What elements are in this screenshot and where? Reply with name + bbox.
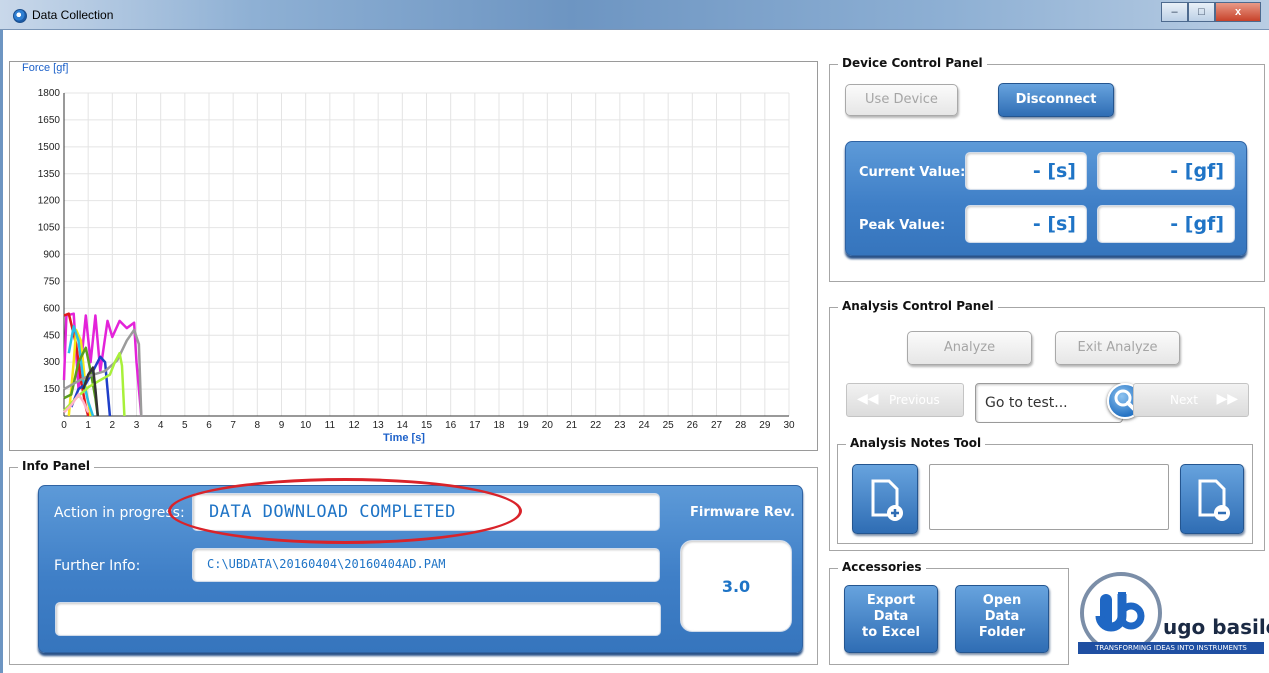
current-time-field: - [s]	[965, 152, 1087, 190]
x-tick-label: 15	[421, 420, 433, 431]
notes-field[interactable]	[929, 464, 1169, 530]
x-tick-label: 28	[735, 420, 747, 431]
window-border	[0, 30, 3, 673]
further-info-field: C:\UBDATA\20160404\20160404AD.PAM	[192, 548, 660, 582]
y-tick-label: 1500	[38, 142, 61, 153]
remove-note-button[interactable]	[1180, 464, 1244, 534]
x-tick-label: 1	[85, 420, 91, 431]
x-tick-label: 4	[158, 420, 164, 431]
analysis-panel-title: Analysis Control Panel	[838, 299, 998, 313]
x-tick-label: 19	[518, 420, 530, 431]
ub-logo-icon	[1095, 592, 1145, 632]
x-tick-label: 9	[279, 420, 285, 431]
further-info-label: Further Info:	[54, 558, 141, 574]
double-left-arrow-icon: ◀◀	[857, 391, 879, 407]
x-tick-label: 27	[711, 420, 723, 431]
previous-button[interactable]: ◀◀ Previous	[846, 383, 964, 417]
highlight-ellipse	[168, 478, 522, 544]
double-right-arrow-icon: ▶▶	[1216, 391, 1238, 407]
logo-wordmark: ugo basile	[1163, 615, 1269, 639]
x-tick-label: 30	[783, 420, 795, 431]
logo-tagline: TRANSFORMING IDEAS INTO INSTRUMENTS	[1078, 642, 1264, 654]
x-tick-label: 25	[663, 420, 675, 431]
x-tick-label: 11	[325, 420, 336, 431]
peak-force-field: - [gf]	[1097, 205, 1235, 243]
x-tick-label: 24	[638, 420, 650, 431]
title-bar: Data Collection – □ x	[0, 0, 1269, 30]
goto-test-field[interactable]: Go to test...	[975, 383, 1123, 423]
current-time-value: - [s]	[1032, 160, 1076, 182]
x-tick-label: 2	[110, 420, 116, 431]
peak-force-value: - [gf]	[1170, 213, 1224, 235]
x-tick-label: 0	[61, 420, 67, 431]
disconnect-button[interactable]: Disconnect	[998, 83, 1114, 117]
current-force-field: - [gf]	[1097, 152, 1235, 190]
export-excel-button[interactable]: Export Data to Excel	[844, 585, 938, 653]
x-axis-title: Time [s]	[383, 432, 425, 444]
x-tick-label: 16	[445, 420, 457, 431]
firmware-label: Firmware Rev.	[690, 505, 796, 520]
further-info-value: C:\UBDATA\20160404\20160404AD.PAM	[207, 557, 446, 571]
open-data-folder-button[interactable]: Open Data Folder	[955, 585, 1049, 653]
peak-value-label: Peak Value:	[859, 218, 946, 233]
firmware-value: 3.0	[721, 577, 751, 596]
current-value-label: Current Value:	[859, 165, 966, 180]
y-tick-label: 750	[43, 276, 60, 287]
firmware-field: 3.0	[680, 540, 792, 632]
x-tick-label: 18	[493, 420, 505, 431]
x-tick-label: 29	[759, 420, 771, 431]
exit-analyze-button[interactable]: Exit Analyze	[1055, 331, 1180, 365]
x-tick-label: 17	[469, 420, 481, 431]
x-tick-label: 13	[373, 420, 385, 431]
x-tick-label: 6	[206, 420, 212, 431]
minimize-button[interactable]: –	[1161, 2, 1188, 22]
y-axis-title: Force [gf]	[22, 62, 69, 74]
app-icon	[13, 9, 27, 23]
x-tick-label: 3	[134, 420, 140, 431]
add-document-icon	[871, 479, 903, 521]
peak-time-value: - [s]	[1032, 213, 1076, 235]
y-tick-label: 1050	[38, 223, 61, 234]
y-tick-label: 600	[43, 303, 60, 314]
x-tick-label: 14	[397, 420, 409, 431]
x-tick-label: 5	[182, 420, 188, 431]
x-tick-label: 8	[255, 420, 261, 431]
remove-document-icon	[1198, 479, 1230, 521]
previous-label: Previous	[889, 393, 940, 407]
analyze-button[interactable]: Analyze	[907, 331, 1032, 365]
action-label: Action in progress:	[54, 505, 185, 521]
x-tick-label: 10	[300, 420, 312, 431]
notes-tool-title: Analysis Notes Tool	[846, 436, 986, 450]
y-tick-label: 1200	[38, 196, 61, 207]
maximize-button[interactable]: □	[1188, 2, 1215, 22]
window-title: Data Collection	[32, 8, 114, 22]
x-tick-label: 7	[230, 420, 236, 431]
y-tick-label: 1650	[38, 115, 61, 126]
info-panel-title: Info Panel	[18, 459, 95, 473]
y-tick-label: 300	[43, 357, 60, 368]
x-tick-label: 26	[687, 420, 699, 431]
close-button[interactable]: x	[1215, 2, 1261, 22]
add-note-button[interactable]	[852, 464, 918, 534]
y-tick-label: 1350	[38, 169, 61, 180]
y-tick-label: 900	[43, 250, 60, 261]
status-field	[55, 602, 661, 636]
accessories-title: Accessories	[838, 560, 926, 574]
next-label: Next	[1170, 393, 1198, 407]
x-tick-label: 21	[566, 420, 578, 431]
x-tick-label: 20	[542, 420, 554, 431]
peak-time-field: - [s]	[965, 205, 1087, 243]
next-button[interactable]: Next ▶▶	[1133, 383, 1249, 417]
x-tick-label: 23	[614, 420, 626, 431]
y-tick-label: 450	[43, 330, 60, 341]
x-tick-label: 12	[348, 420, 360, 431]
goto-test-placeholder: Go to test...	[985, 395, 1068, 411]
device-panel-title: Device Control Panel	[838, 56, 987, 70]
x-tick-label: 22	[590, 420, 602, 431]
y-tick-label: 1800	[38, 88, 61, 99]
use-device-button[interactable]: Use Device	[845, 84, 958, 116]
current-force-value: - [gf]	[1170, 160, 1224, 182]
force-time-chart: 1503004506007509001050120013501500165018…	[38, 88, 795, 431]
y-tick-label: 150	[43, 384, 60, 395]
